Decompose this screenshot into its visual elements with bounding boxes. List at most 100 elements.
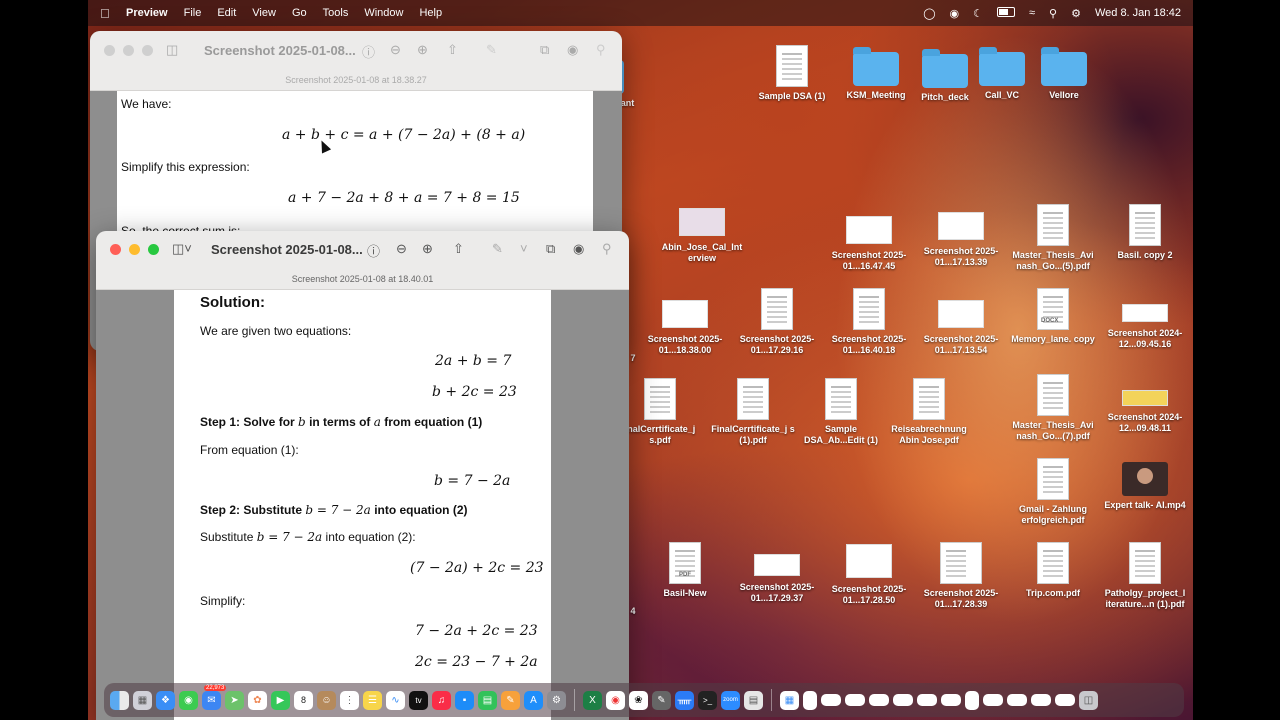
markup-icon[interactable]: ◉	[567, 42, 578, 58]
mail-icon[interactable]: ✉ 22,973	[202, 684, 227, 710]
desktop-file[interactable]: Gmail - Zahlung erfolgreich.pdf	[1008, 458, 1098, 526]
recent-file-icon[interactable]	[845, 694, 865, 706]
markup-pen-icon[interactable]: ✎	[492, 241, 503, 257]
desktop-file[interactable]: Screenshot 2025-01...16.40.18	[824, 288, 914, 356]
zoom-button[interactable]	[142, 45, 153, 56]
pages-icon[interactable]: ✎	[501, 690, 520, 710]
zoom-out-icon[interactable]: ⊖	[396, 241, 407, 257]
desktop-file[interactable]: Master_Thesis_Avi nash_Go...(7).pdf	[1008, 374, 1098, 442]
menu-tools[interactable]: Tools	[323, 7, 349, 19]
pen-tool-icon[interactable]: ✎	[652, 690, 671, 710]
search-icon[interactable]: ⚲	[1049, 7, 1057, 20]
system-settings-icon[interactable]: ⚙	[547, 690, 566, 710]
desktop-file[interactable]: Screenshot 2025-01...17.13.39	[916, 204, 1006, 268]
info-icon[interactable]: ⓘ	[362, 42, 375, 61]
contacts-icon[interactable]: ☺	[317, 690, 336, 710]
close-button[interactable]	[110, 244, 121, 255]
desktop-file[interactable]: Screenshot 2025-01...18.38.00	[640, 292, 730, 356]
recent-file-icon[interactable]	[1031, 694, 1051, 706]
apple-tv-icon[interactable]: tv	[409, 690, 428, 710]
menu-app-name[interactable]: Preview	[126, 7, 168, 19]
sidebar-toggle-icon[interactable]: ◫	[166, 42, 178, 58]
desktop-file[interactable]: FinalCerrtificate_j s (1).pdf	[708, 378, 798, 446]
desktop-doc-sample-dsa[interactable]: Sample DSA (1)	[747, 45, 837, 102]
desktop-file[interactable]: PDF Basil-New	[640, 542, 730, 599]
desktop-file[interactable]: Master_Thesis_Avi nash_Go...(5).pdf	[1008, 204, 1098, 272]
accessibility-icon[interactable]: ◯	[923, 7, 935, 20]
desktop-folder[interactable]: Vellore	[1019, 47, 1109, 101]
freeform-icon[interactable]: ∿	[386, 690, 405, 710]
desktop-file[interactable]: Reiseabrechnung Abin Jose.pdf	[884, 378, 974, 446]
minimize-button[interactable]	[123, 45, 134, 56]
recent-file-icon[interactable]	[917, 694, 937, 706]
info-icon[interactable]: ⓘ	[367, 241, 380, 260]
launchpad-icon[interactable]: ▦	[133, 690, 152, 710]
markup-pen-icon[interactable]: ✎	[486, 42, 497, 58]
apple-menu-icon[interactable]: 	[100, 6, 116, 21]
desktop-file[interactable]: DOCX Memory_lane. copy	[1008, 288, 1098, 345]
desktop-file[interactable]: Patholgy_project_l iterature...n (1).pdf	[1100, 542, 1190, 610]
app-store-icon[interactable]: A	[524, 690, 543, 710]
desktop-file[interactable]: Trip.com.pdf	[1008, 542, 1098, 599]
recent-file-icon[interactable]	[893, 694, 913, 706]
recent-file-icon[interactable]	[803, 690, 817, 710]
maps-icon[interactable]: ➤	[225, 690, 244, 710]
window-titlebar[interactable]: ◫ Screenshot 2025-01-08... ⓘ ⊖ ⊕ ⇧ ✎ ⧉ ◉…	[90, 31, 622, 91]
bluetooth-icon[interactable]: ᚅ	[675, 690, 694, 710]
recent-file-icon[interactable]	[965, 690, 979, 710]
recent-file-icon[interactable]	[983, 694, 1003, 706]
zoom-out-icon[interactable]: ⊖	[390, 42, 401, 58]
desktop-file[interactable]: Abin_Jose_Cal_Int erview	[657, 200, 747, 264]
close-button[interactable]	[104, 45, 115, 56]
photos-icon[interactable]: ✿	[248, 690, 267, 710]
menu-edit[interactable]: Edit	[217, 7, 236, 19]
notes-icon[interactable]: ☰	[363, 690, 382, 710]
focus-moon-icon[interactable]: ☾	[973, 7, 983, 20]
excel-icon[interactable]: X	[583, 690, 602, 710]
screen-record-icon[interactable]: ◉	[950, 7, 960, 20]
calendar-icon[interactable]: 8	[294, 690, 313, 710]
zoom-button[interactable]	[148, 244, 159, 255]
menu-view[interactable]: View	[252, 7, 276, 19]
share-icon[interactable]: ⇧	[453, 241, 464, 257]
recent-file-icon[interactable]	[1055, 694, 1075, 706]
preview-window-front[interactable]: ◫˅ Screenshot 2025-01-08... ⓘ ⊖ ⊕ ⇧ ✎ ˅ …	[96, 231, 629, 720]
zoom-in-icon[interactable]: ⊕	[422, 241, 433, 257]
chevron-down-icon[interactable]: ˅	[520, 241, 528, 256]
zoom-app-icon[interactable]: zoom	[721, 690, 740, 710]
markup-icon[interactable]: ◉	[573, 241, 584, 257]
messages-icon[interactable]: ◉	[179, 690, 198, 710]
recent-doc-icon[interactable]: ▦	[780, 690, 799, 710]
zoom-in-icon[interactable]: ⊕	[417, 42, 428, 58]
chrome-icon[interactable]: ◉	[606, 690, 625, 710]
desktop-video-file[interactable]: Expert talk- AI.mp4	[1100, 462, 1190, 511]
window-titlebar[interactable]: ◫˅ Screenshot 2025-01-08... ⓘ ⊖ ⊕ ⇧ ✎ ˅ …	[96, 231, 629, 290]
search-icon[interactable]: ⚲	[602, 241, 612, 257]
desktop-file[interactable]: Screenshot 2025-01...16.47.45	[824, 208, 914, 272]
desktop-file[interactable]: Screenshot 2025-01...17.29.16	[732, 288, 822, 356]
recent-file-icon[interactable]	[941, 694, 961, 706]
minimize-button[interactable]	[129, 244, 140, 255]
keynote-icon[interactable]: ▪	[455, 690, 474, 710]
desktop-file[interactable]: Screenshot 2025-01...17.28.39	[916, 542, 1006, 610]
preview-app-icon[interactable]: ▤	[744, 690, 763, 710]
chatgpt-icon[interactable]: ❀	[629, 690, 648, 710]
desktop-file[interactable]: Screenshot 2024-12...09.45.16	[1100, 292, 1190, 350]
desktop-file[interactable]: Basil. copy 2	[1100, 204, 1190, 261]
share-icon[interactable]: ⇧	[447, 42, 458, 58]
trash-icon[interactable]: ◫	[1079, 690, 1098, 710]
finder-icon[interactable]	[110, 690, 129, 710]
menu-go[interactable]: Go	[292, 7, 307, 19]
desktop-file[interactable]: Sample DSA_Ab...Edit (1)	[796, 378, 886, 446]
menu-clock[interactable]: Wed 8. Jan 18:42	[1095, 7, 1181, 19]
desktop-file[interactable]: Screenshot 2025-01...17.28.50	[824, 542, 914, 606]
facetime-icon[interactable]: ▶	[271, 690, 290, 710]
terminal-icon[interactable]: >_	[698, 690, 717, 710]
wifi-icon[interactable]: ≈	[1029, 7, 1035, 19]
rotate-icon[interactable]: ⧉	[546, 241, 555, 257]
desktop-file[interactable]: Screenshot 2025-01...17.13.54	[916, 292, 1006, 356]
desktop-file[interactable]: Screenshot 2025-01...17.29.37	[732, 546, 822, 604]
music-icon[interactable]: ♫	[432, 690, 451, 710]
rotate-icon[interactable]: ⧉	[540, 42, 549, 58]
reminders-icon[interactable]: ⋮	[340, 690, 359, 710]
